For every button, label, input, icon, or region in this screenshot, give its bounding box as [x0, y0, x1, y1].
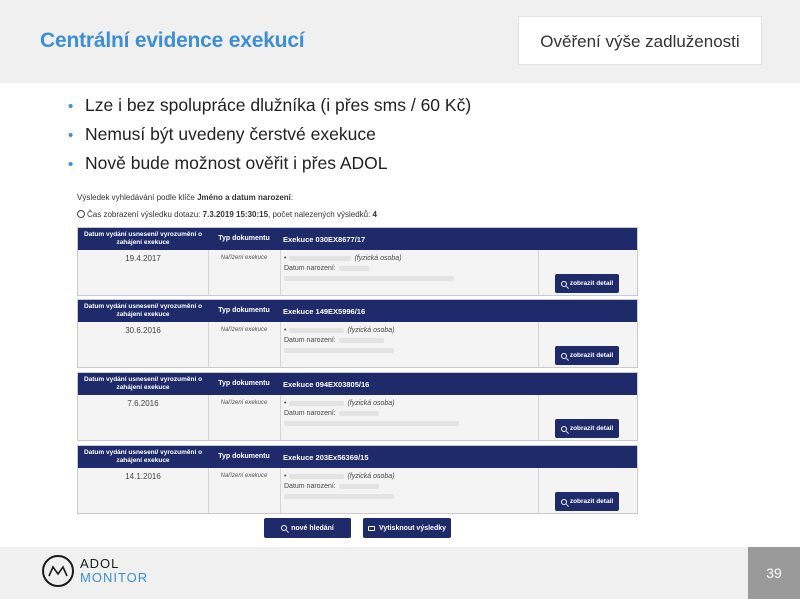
column-header-type: Typ dokumentu [218, 380, 270, 387]
result-card-header: Datum vydání usnesení/ vyrozumění o zahá… [78, 300, 637, 322]
redacted-name [289, 473, 345, 479]
redacted-name [289, 400, 345, 406]
birth-label: Datum narození: [284, 409, 336, 417]
result-card-body: 19.4.2017 Nařízení exekuce • (fyzická oso… [78, 250, 637, 295]
column-header-date: Datum vydání usnesení/ vyrozumění o zahá… [83, 449, 203, 464]
document-type: Nařízení exekuce [220, 473, 268, 479]
bullet-dot-icon: • [68, 156, 74, 173]
person-type: (fyzická osoba) [347, 326, 395, 334]
person-type: (fyzická osoba) [354, 254, 402, 262]
bullet-item: • Nemusí být uvedeny čerstvé exekuce [68, 124, 376, 144]
column-header-date: Datum vydání usnesení/ vyrozumění o zahá… [83, 231, 203, 246]
magnifier-icon [560, 425, 567, 432]
bullet-dot-icon: • [284, 399, 287, 407]
redacted-name [289, 327, 345, 333]
person-info: • (fyzická osoba) Datum narození: [284, 253, 454, 283]
clock-icon [77, 210, 85, 218]
document-type: Nařízení exekuce [220, 255, 268, 261]
print-results-button[interactable]: Vytisknout výsledky [363, 518, 451, 538]
bullet-dot-icon: • [68, 127, 74, 144]
logo-line-2: MONITOR [80, 570, 149, 585]
logo-text: ADOL MONITOR [80, 557, 148, 585]
column-header-type: Typ dokumentu [218, 307, 270, 314]
document-type: Nařízení exekuce [220, 400, 268, 406]
magnifier-icon [560, 352, 567, 359]
result-card: Datum vydání usnesení/ vyrozumění o zahá… [77, 299, 638, 368]
result-card-header: Datum vydání usnesení/ vyrozumění o zahá… [78, 373, 637, 395]
result-card-header: Datum vydání usnesení/ vyrozumění o zahá… [78, 228, 637, 250]
result-card-header: Datum vydání usnesení/ vyrozumění o zahá… [78, 446, 637, 468]
result-card: Datum vydání usnesení/ vyrozumění o zahá… [77, 227, 638, 296]
result-card-body: 30.6.2016 Nařízení exekuce • (fyzická oso… [78, 322, 637, 367]
bullet-item: • Nově bude možnost ověřit i přes ADOL [68, 153, 388, 173]
magnifier-icon [560, 280, 567, 287]
result-date: 14.1.2016 [125, 472, 161, 481]
case-number: Exekuce 149EX5996/16 [283, 307, 366, 316]
bullet-dot-icon: • [68, 98, 74, 115]
column-header-date: Datum vydání usnesení/ vyrozumění o zahá… [83, 303, 203, 318]
column-header-type: Typ dokumentu [218, 453, 270, 460]
redacted-address [284, 420, 459, 426]
page-number: 39 [766, 565, 782, 581]
person-type: (fyzická osoba) [347, 399, 395, 407]
magnifier-icon [560, 498, 567, 505]
result-time-info: Čas zobrazení výsledku dotazu: 7.3.2019 … [77, 210, 377, 219]
new-search-button[interactable]: nové hledání [264, 518, 351, 538]
case-number: Exekuce 203Ex56369/15 [283, 453, 369, 462]
subtitle-box: Ověření výše zadluženosti [518, 16, 762, 65]
birth-label: Datum narození: [284, 264, 336, 272]
redacted-address [284, 347, 394, 353]
result-date: 30.6.2016 [125, 326, 161, 335]
logo-line-1: ADOL [80, 556, 120, 571]
show-detail-button[interactable]: zobrazit detail [555, 419, 619, 438]
redacted-birthdate [338, 483, 379, 489]
bullet-dot-icon: • [284, 326, 287, 334]
bullet-dot-icon: • [284, 472, 287, 480]
bullet-item: • Lze i bez spolupráce dlužníka (i přes s… [68, 95, 472, 115]
printer-icon [367, 525, 375, 531]
redacted-address [284, 275, 454, 281]
show-detail-button[interactable]: zobrazit detail [555, 492, 619, 511]
result-card-body: 7.6.2016 Nařízení exekuce • (fyzická osob… [78, 395, 637, 440]
result-date: 19.4.2017 [125, 254, 161, 263]
magnifier-icon [281, 525, 288, 531]
show-detail-button[interactable]: zobrazit detail [555, 274, 619, 293]
redacted-name [289, 255, 352, 261]
result-card: Datum vydání usnesení/ vyrozumění o zahá… [77, 445, 638, 514]
person-info: • (fyzická osoba) Datum narození: [284, 398, 459, 428]
redacted-birthdate [338, 265, 369, 271]
redacted-birthdate [338, 410, 379, 416]
redacted-birthdate [338, 337, 384, 343]
birth-label: Datum narození: [284, 336, 336, 344]
show-detail-button[interactable]: zobrazit detail [555, 346, 619, 365]
page-number-box: 39 [748, 547, 800, 599]
birth-label: Datum narození: [284, 482, 336, 490]
person-info: • (fyzická osoba) Datum narození: [284, 471, 395, 501]
search-key-info: Výsledek vyhledávání podle klíče Jméno a… [77, 193, 294, 202]
redacted-address [284, 493, 394, 499]
result-card-body: 14.1.2016 Nařízení exekuce • (fyzická oso… [78, 468, 637, 513]
subtitle-text: Ověření výše zadluženosti [540, 32, 740, 51]
case-number: Exekuce 094EX03805/16 [283, 380, 370, 389]
column-header-date: Datum vydání usnesení/ vyrozumění o zahá… [83, 376, 203, 391]
case-number: Exekuce 030EX8677/17 [283, 235, 366, 244]
slide-title: Centrální evidence exekucí [40, 29, 305, 52]
result-date: 7.6.2016 [127, 399, 159, 408]
bullet-dot-icon: • [284, 254, 287, 262]
person-info: • (fyzická osoba) Datum narození: [284, 325, 395, 355]
bullet-list: • Lze i bez spolupráce dlužníka (i přes s… [68, 95, 471, 182]
logo-icon [42, 555, 74, 587]
logo-wave-icon [48, 565, 68, 577]
document-type: Nařízení exekuce [220, 327, 268, 333]
column-header-type: Typ dokumentu [218, 235, 270, 242]
person-type: (fyzická osoba) [347, 472, 395, 480]
result-card: Datum vydání usnesení/ vyrozumění o zahá… [77, 372, 638, 441]
